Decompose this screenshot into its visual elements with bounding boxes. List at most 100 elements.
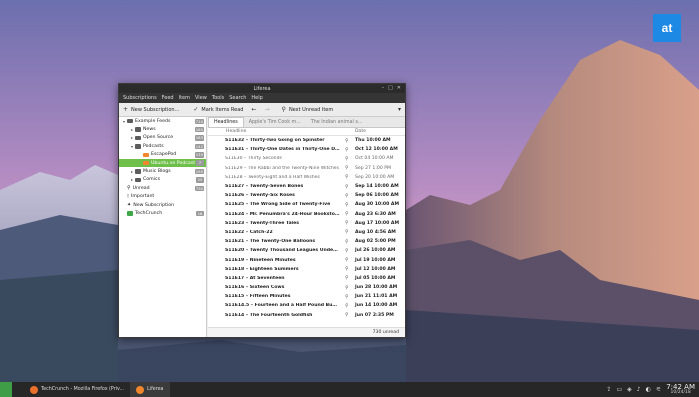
headline-row[interactable]: S11E23 – Twenty-Three Tales ⚲ Aug 17 10:00… [208, 219, 405, 228]
headline-title: S11E23 – Twenty-Three Tales [225, 220, 299, 226]
menu-subscriptions[interactable]: Subscriptions [123, 95, 157, 101]
headline-column-header[interactable]: Headline [226, 129, 246, 134]
next-unread-label: Next Unread Item [288, 106, 334, 113]
headline-row[interactable]: S11E15 – Fifteen Minutes ⚲ Jun 21 11:01 AM [208, 292, 405, 301]
folder-icon [127, 118, 133, 124]
headline-row[interactable]: S11E27 – Twenty-Seven Bones ⚲ Sep 14 10:00… [208, 182, 405, 191]
menu-item[interactable]: Item [179, 95, 190, 101]
headline-row[interactable]: S11E16 – Sixteen Cows ⚲ Jun 28 10:00 AM [208, 283, 405, 292]
feed-item[interactable]: ⚲ Unread 730 [119, 184, 206, 192]
forward-button[interactable]: → [261, 106, 274, 113]
bell-icon[interactable]: ♪ [637, 386, 641, 393]
headline-title: S11E14.5 – Fourteen and a Half Pound Bud… [225, 303, 340, 309]
taskbar-item-label: TechCrunch - Mozilla Firefox (Priv... [41, 387, 125, 392]
feed-item[interactable]: ▸ Music Blogs 195 [119, 167, 206, 175]
unread-badge: 710 [194, 118, 204, 124]
headline-title: S11E26 – Twenty-Six Roses [225, 193, 295, 199]
toolbar-menu-button[interactable]: ▾ [394, 106, 405, 113]
menu-feed[interactable]: Feed [162, 95, 174, 101]
mark-items-read-label: Mark Items Read [201, 106, 244, 113]
headline-row[interactable]: S11E28 – Twenty-Eight and a Half Wishes ⚲… [208, 173, 405, 182]
upload-icon[interactable]: ⇪ [606, 386, 611, 393]
headline-row[interactable]: S11E19 – Nineteen Minutes ⚲ Jul 19 10:00 A… [208, 255, 405, 264]
attachment-icon: ⚲ [345, 165, 349, 172]
status-bar: 730 unread [208, 327, 405, 337]
feed-item[interactable]: ! Important [119, 193, 206, 201]
attachment-icon: ⚲ [345, 155, 349, 162]
menu-help[interactable]: Help [251, 95, 262, 101]
back-button[interactable]: ← [247, 106, 260, 113]
feed-item[interactable]: ▸ Comics 25 [119, 176, 206, 184]
headline-title: S11E19 – Nineteen Minutes [225, 257, 296, 263]
feed-item[interactable]: ✦ New Subscription [119, 201, 206, 209]
feed-item[interactable]: EscapePod 135 [119, 151, 206, 159]
headline-title: S11E31 – Thirty-One Dates in Thirty-One … [225, 147, 340, 153]
headline-title: S11E14 – The Fourteenth Goldfish [225, 312, 313, 318]
headline-row[interactable]: S11E20 – Twenty Thousand Leagues Under t… [208, 246, 405, 255]
headline-date: Aug 23 6:30 AM [355, 211, 396, 217]
column-header: Headline Date [208, 128, 405, 136]
headline-date: Aug 10 4:56 AM [355, 229, 396, 235]
menu-search[interactable]: Search [229, 95, 246, 101]
headline-row[interactable]: S11E25 – The Wrong Side of Twenty-Five ⚲ A… [208, 200, 405, 209]
headline-row[interactable]: S11E26 – Twenty-Six Roses ⚲ Sep 06 10:00 A… [208, 191, 405, 200]
feed-item[interactable]: ▾ Podcasts 142 [119, 142, 206, 150]
feed-item[interactable]: ▸ Open Source 183 [119, 134, 206, 142]
start-menu-button[interactable] [0, 382, 12, 397]
title-bar[interactable]: Liferea – □ ✕ [119, 84, 405, 93]
feed-label: New Subscription [133, 202, 175, 208]
headline-row[interactable]: S11E14 – The Fourteenth Goldfish ⚲ Jun 07 … [208, 311, 405, 320]
firefox-icon [30, 385, 38, 394]
tab-1[interactable]: Apple's Tim Cook m... [244, 118, 306, 127]
headline-row[interactable]: S11E24 – Mr. Penumbra's 24-Hour Bookstor… [208, 210, 405, 219]
headline-row[interactable]: S11E30 – Thirty Seconds ⚲ Oct 04 10:00 AM [208, 154, 405, 163]
next-unread-button[interactable]: ⚲ Next Unread Item [278, 106, 338, 113]
maximize-icon[interactable]: □ [388, 85, 393, 91]
tab-2[interactable]: The Indian animal s... [306, 118, 368, 127]
headline-row[interactable]: S11E22 – Catch-22 ⚲ Aug 10 4:56 AM [208, 228, 405, 237]
headline-row[interactable]: S11E21 – The Twenty-One Balloons ⚲ Aug 02 … [208, 237, 405, 246]
menu-tools[interactable]: Tools [212, 95, 224, 101]
headline-title: S11E32 – Thirty-Two Going on Spinster [225, 138, 325, 144]
minimize-icon[interactable]: – [382, 85, 385, 91]
attachment-icon: ⚲ [345, 275, 349, 282]
unread-badge: 730 [194, 185, 204, 192]
headline-row[interactable]: S11E17 – At Seventeen ⚲ Jul 05 10:00 AM [208, 274, 405, 283]
headline-row[interactable]: S11E32 – Thirty-Two Going on Spinster ⚲ Th… [208, 136, 405, 145]
headline-row[interactable]: S11E31 – Thirty-One Dates in Thirty-One … [208, 145, 405, 154]
menu-bar: Subscriptions Feed Item View Tools Search Help [119, 93, 405, 103]
feed-item[interactable]: ▾ Example Feeds 710 [119, 117, 206, 125]
network-icon[interactable]: ⚟ [656, 386, 661, 393]
attachment-icon: ⚲ [345, 211, 349, 218]
taskbar-item[interactable]: TechCrunch - Mozilla Firefox (Priv... [24, 382, 130, 397]
taskbar-item[interactable]: Liferea [130, 382, 170, 397]
headline-title: S11E24 – Mr. Penumbra's 24-Hour Bookstor… [225, 211, 340, 217]
volume-icon[interactable]: ◐ [646, 386, 651, 393]
menu-view[interactable]: View [195, 95, 207, 101]
monitor-icon[interactable]: ▭ [616, 386, 622, 393]
mark-items-read-button[interactable]: ✓ Mark Items Read [189, 106, 247, 113]
close-icon[interactable]: ✕ [397, 85, 401, 91]
shield-icon[interactable]: ◈ [627, 386, 632, 393]
feed-item[interactable]: TechCrunch 18 [119, 209, 206, 217]
feed-item[interactable]: Ubuntu.ve Podcast 7 [119, 158, 206, 168]
feed-label: Example Feeds [135, 118, 171, 124]
folder-icon [135, 135, 141, 141]
headline-title: S11E20 – Twenty Thousand Leagues Under t… [225, 248, 340, 254]
date-column-header[interactable]: Date [355, 129, 366, 134]
headline-row[interactable]: S11E29 – The Rabbi and the Twenty-Nine W… [208, 164, 405, 173]
clock[interactable]: 7:42 AM 10/24/18 [666, 383, 695, 396]
tab-0[interactable]: Headlines [208, 117, 244, 127]
watermark-logo: at [653, 14, 681, 42]
headline-row[interactable]: S11E14.5 – Fourteen and a Half Pound Bud… [208, 301, 405, 310]
liferea-icon [136, 385, 145, 394]
feed-item[interactable]: ▸ News 165 [119, 125, 206, 133]
attachment-icon: ⚲ [345, 238, 349, 245]
arrow-left-icon: ← [251, 106, 257, 113]
new-subscription-button[interactable]: + New Subscription... [119, 106, 183, 113]
headline-title: S11E17 – At Seventeen [225, 275, 285, 281]
unread-badge: 142 [194, 143, 204, 150]
headline-row[interactable]: S11E18 – Eighteen Summers ⚲ Jul 12 10:00 A… [208, 265, 405, 274]
headlines-panel: Headlines Apple's Tim Cook m... The Indian… [208, 117, 405, 337]
headline-title: S11E29 – The Rabbi and the Twenty-Nine W… [225, 165, 340, 171]
